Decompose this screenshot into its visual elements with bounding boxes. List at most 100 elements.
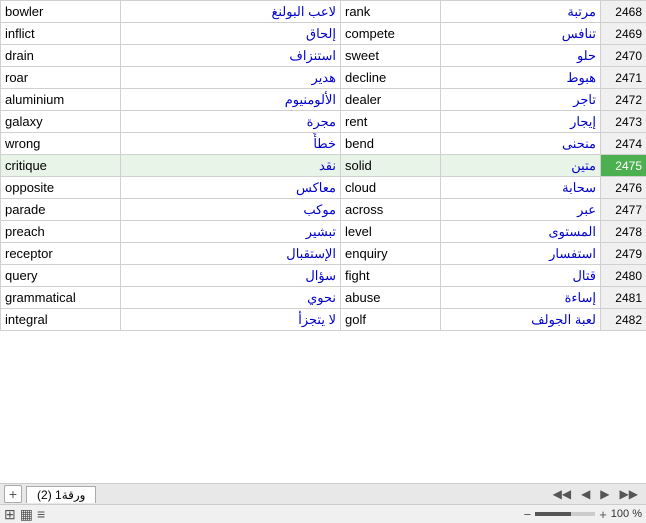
english-word-cell-2[interactable]: abuse xyxy=(341,287,441,309)
arabic-translation-cell-2[interactable]: قتال xyxy=(441,265,601,287)
english-word-cell[interactable]: receptor xyxy=(1,243,121,265)
table-row: integralلا يتجزأgolfلعبة الجولف2482 xyxy=(1,309,646,331)
english-word-cell[interactable]: galaxy xyxy=(1,111,121,133)
nav-first-button[interactable]: ◀◀ xyxy=(549,486,575,502)
zoom-in-button[interactable]: + xyxy=(599,507,607,522)
arabic-translation-cell[interactable]: نقد xyxy=(121,155,341,177)
arabic-translation-cell[interactable]: لا يتجزأ xyxy=(121,309,341,331)
chart-icon[interactable]: ≡ xyxy=(37,506,45,522)
english-word-cell-2[interactable]: dealer xyxy=(341,89,441,111)
sheet-tab[interactable]: ورقة1 (2) xyxy=(26,486,96,503)
zoom-slider-fill xyxy=(535,512,571,516)
status-row: ⊞ ▦ ≡ − + 100 % xyxy=(0,505,646,523)
row-number-cell: 2469 xyxy=(601,23,646,45)
english-word-cell[interactable]: preach xyxy=(1,221,121,243)
arabic-translation-cell-2[interactable]: لعبة الجولف xyxy=(441,309,601,331)
table-row: receptorالإستقبالenquiryاستفسار2479 xyxy=(1,243,646,265)
arabic-translation-cell[interactable]: لاعب البولنغ xyxy=(121,1,341,23)
english-word-cell[interactable]: roar xyxy=(1,67,121,89)
english-word-cell-2[interactable]: golf xyxy=(341,309,441,331)
arabic-translation-cell-2[interactable]: مرتبة xyxy=(441,1,601,23)
english-word-cell[interactable]: grammatical xyxy=(1,287,121,309)
arabic-translation-cell-2[interactable]: سحابة xyxy=(441,177,601,199)
arabic-translation-cell[interactable]: تبشير xyxy=(121,221,341,243)
zoom-bar: − + 100 % xyxy=(524,507,642,522)
english-word-cell-2[interactable]: rent xyxy=(341,111,441,133)
arabic-translation-cell-2[interactable]: إساءة xyxy=(441,287,601,309)
row-number-cell: 2470 xyxy=(601,45,646,67)
row-number-cell: 2481 xyxy=(601,287,646,309)
english-word-cell[interactable]: drain xyxy=(1,45,121,67)
arabic-translation-cell[interactable]: معاكس xyxy=(121,177,341,199)
arabic-translation-cell[interactable]: هدير xyxy=(121,67,341,89)
english-word-cell[interactable]: integral xyxy=(1,309,121,331)
zoom-slider[interactable] xyxy=(535,512,595,516)
row-number-cell: 2476 xyxy=(601,177,646,199)
english-word-cell-2[interactable]: enquiry xyxy=(341,243,441,265)
english-word-cell-2[interactable]: across xyxy=(341,199,441,221)
table-row: inflictإلحاقcompeteتنافس2469 xyxy=(1,23,646,45)
english-word-cell-2[interactable]: sweet xyxy=(341,45,441,67)
table-row: critiqueنقدsolidمتين2475 xyxy=(1,155,646,177)
row-number-cell: 2480 xyxy=(601,265,646,287)
row-number-cell: 2472 xyxy=(601,89,646,111)
add-sheet-button[interactable]: + xyxy=(4,485,22,503)
row-number-cell: 2471 xyxy=(601,67,646,89)
english-word-cell-2[interactable]: level xyxy=(341,221,441,243)
english-word-cell-2[interactable]: cloud xyxy=(341,177,441,199)
arabic-translation-cell-2[interactable]: تنافس xyxy=(441,23,601,45)
tab-row: + ورقة1 (2) ◀◀ ◀ ▶ ▶▶ xyxy=(0,484,646,505)
english-word-cell-2[interactable]: compete xyxy=(341,23,441,45)
arabic-translation-cell[interactable]: نحوي xyxy=(121,287,341,309)
english-word-cell[interactable]: inflict xyxy=(1,23,121,45)
zoom-out-button[interactable]: − xyxy=(524,507,532,522)
table-row: galaxyمجرةrentإيجار2473 xyxy=(1,111,646,133)
english-word-cell[interactable]: bowler xyxy=(1,1,121,23)
zoom-percent-label: 100 % xyxy=(611,508,642,520)
english-word-cell[interactable]: aluminium xyxy=(1,89,121,111)
english-word-cell[interactable]: parade xyxy=(1,199,121,221)
bottom-bar: + ورقة1 (2) ◀◀ ◀ ▶ ▶▶ ⊞ ▦ ≡ − + 100 % xyxy=(0,483,646,523)
english-word-cell-2[interactable]: bend xyxy=(341,133,441,155)
arabic-translation-cell[interactable]: الإستقبال xyxy=(121,243,341,265)
english-word-cell[interactable]: critique xyxy=(1,155,121,177)
arabic-translation-cell[interactable]: الألومنيوم xyxy=(121,89,341,111)
grid-view-icon[interactable]: ⊞ xyxy=(4,506,16,523)
english-word-cell-2[interactable]: decline xyxy=(341,67,441,89)
arabic-translation-cell-2[interactable]: عبر xyxy=(441,199,601,221)
table-row: wrongخطأًbendمنحنى2474 xyxy=(1,133,646,155)
arabic-translation-cell[interactable]: سؤال xyxy=(121,265,341,287)
english-word-cell-2[interactable]: solid xyxy=(341,155,441,177)
english-word-cell[interactable]: opposite xyxy=(1,177,121,199)
table-row: drainاستنزافsweetحلو2470 xyxy=(1,45,646,67)
arabic-translation-cell-2[interactable]: إيجار xyxy=(441,111,601,133)
arabic-translation-cell[interactable]: إلحاق xyxy=(121,23,341,45)
table-row: oppositeمعاكسcloudسحابة2476 xyxy=(1,177,646,199)
arabic-translation-cell-2[interactable]: المستوى xyxy=(441,221,601,243)
row-number-cell: 2482 xyxy=(601,309,646,331)
english-word-cell-2[interactable]: fight xyxy=(341,265,441,287)
arabic-translation-cell[interactable]: خطأً xyxy=(121,133,341,155)
nav-prev-button[interactable]: ◀ xyxy=(577,486,594,502)
arabic-translation-cell-2[interactable]: هبوط xyxy=(441,67,601,89)
nav-next-button[interactable]: ▶ xyxy=(596,486,613,502)
english-word-cell[interactable]: wrong xyxy=(1,133,121,155)
row-number-cell: 2474 xyxy=(601,133,646,155)
english-word-cell[interactable]: query xyxy=(1,265,121,287)
arabic-translation-cell[interactable]: موكب xyxy=(121,199,341,221)
nav-last-button[interactable]: ▶▶ xyxy=(616,486,642,502)
arabic-translation-cell-2[interactable]: استفسار xyxy=(441,243,601,265)
table-row: aluminiumالألومنيومdealerتاجر2472 xyxy=(1,89,646,111)
arabic-translation-cell-2[interactable]: متين xyxy=(441,155,601,177)
arabic-translation-cell[interactable]: مجرة xyxy=(121,111,341,133)
arabic-translation-cell-2[interactable]: تاجر xyxy=(441,89,601,111)
status-icons: ⊞ ▦ ≡ xyxy=(4,506,45,523)
row-number-cell: 2478 xyxy=(601,221,646,243)
arabic-translation-cell[interactable]: استنزاف xyxy=(121,45,341,67)
table-icon[interactable]: ▦ xyxy=(20,506,33,523)
row-number-cell: 2479 xyxy=(601,243,646,265)
arabic-translation-cell-2[interactable]: حلو xyxy=(441,45,601,67)
spreadsheet-area: bowlerلاعب البولنغrankمرتبة2468inflictإل… xyxy=(0,0,646,483)
arabic-translation-cell-2[interactable]: منحنى xyxy=(441,133,601,155)
english-word-cell-2[interactable]: rank xyxy=(341,1,441,23)
